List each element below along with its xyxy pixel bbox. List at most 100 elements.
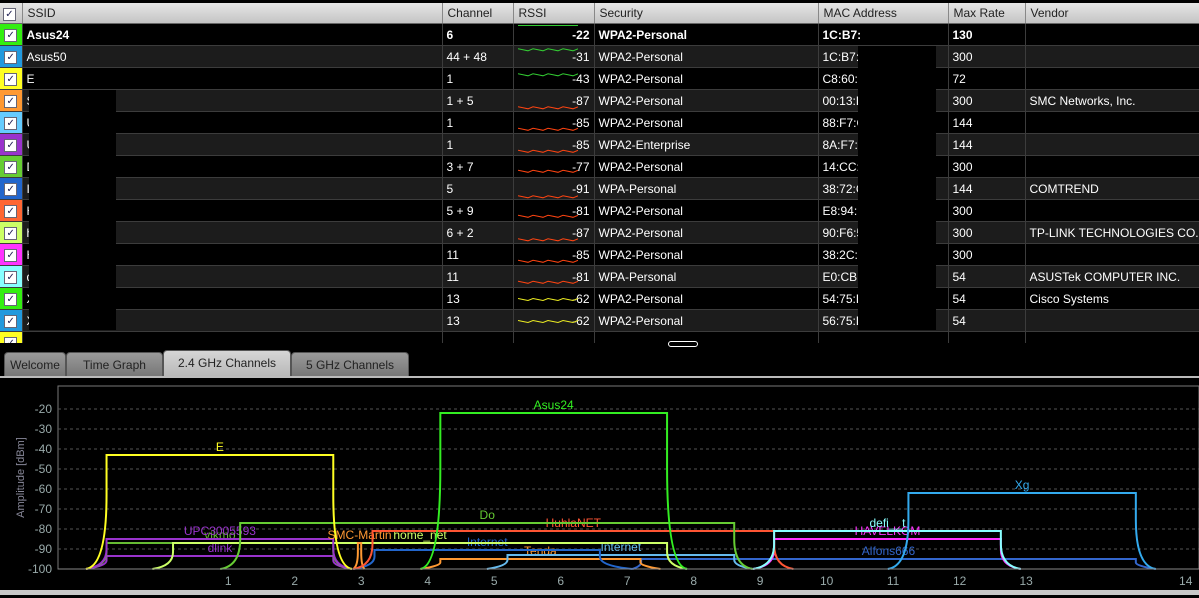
table-row[interactable]: ✓	[0, 331, 1199, 343]
column-ssid[interactable]: SSID	[22, 3, 443, 24]
max-rate-cell: 54	[948, 309, 1026, 332]
security-cell: WPA2-Personal	[594, 199, 819, 222]
tab-2-4-ghz-channels[interactable]: 2.4 GHz Channels	[163, 350, 291, 376]
vendor-cell	[1025, 111, 1199, 134]
channel-cell: 1	[442, 111, 514, 134]
x-tick-label: 7	[624, 574, 631, 588]
security-cell: WPA2-Personal	[594, 287, 819, 310]
channel-cell	[442, 331, 514, 343]
table-row[interactable]: ✓ ho 6 + 2 -87 WPA2-Personal 90:F6:5 300…	[0, 221, 1199, 244]
vendor-cell	[1025, 23, 1199, 46]
vendor-cell	[1025, 67, 1199, 90]
rssi-sparkline	[517, 238, 578, 242]
row-checkbox[interactable]: ✓	[0, 331, 23, 343]
network-label: Xg	[1015, 478, 1030, 492]
tab-time-graph[interactable]: Time Graph	[66, 352, 163, 376]
row-checkbox[interactable]: ✓	[0, 265, 23, 288]
rssi-cell: -81	[513, 199, 595, 222]
y-tick-label: -50	[35, 462, 53, 476]
status-strip	[0, 590, 1199, 595]
table-row[interactable]: ✓ U 1 -85 WPA2-Enterprise 8A:F7:C 144	[0, 133, 1199, 156]
security-cell: WPA-Personal	[594, 177, 819, 200]
network-label: defi__t	[869, 516, 906, 530]
rssi-cell: -77	[513, 155, 595, 178]
row-checkbox[interactable]: ✓	[0, 221, 23, 244]
vendor-cell: Cisco Systems	[1025, 287, 1199, 310]
x-tick-label: 10	[820, 574, 834, 588]
tab-5-ghz-channels[interactable]: 5 GHz Channels	[291, 352, 409, 376]
max-rate-cell	[948, 331, 1026, 343]
channel-cell: 5 + 9	[442, 199, 514, 222]
max-rate-cell: 130	[948, 23, 1026, 46]
column-vendor[interactable]: Vendor	[1025, 3, 1199, 24]
rssi-sparkline	[517, 106, 578, 110]
y-tick-label: -20	[35, 402, 53, 416]
rssi-trend-line	[517, 149, 578, 153]
table-row[interactable]: ✓ D 3 + 7 -77 WPA2-Personal 14:CC:2 300	[0, 155, 1199, 178]
table-row[interactable]: ✓ de 11 -81 WPA-Personal E0:CB:4 54 ASUS…	[0, 265, 1199, 288]
table-row[interactable]: ✓ Xt 13 -62 WPA2-Personal 54:75:D 54 Cis…	[0, 287, 1199, 310]
row-checkbox[interactable]: ✓	[0, 199, 23, 222]
max-rate-cell: 144	[948, 177, 1026, 200]
x-tick-label: 11	[887, 574, 900, 588]
security-cell: WPA2-Enterprise	[594, 133, 819, 156]
vendor-cell: SMC Networks, Inc.	[1025, 89, 1199, 112]
channel-cell: 13	[442, 309, 514, 332]
x-tick-label: 12	[953, 574, 967, 588]
table-row[interactable]: ✓ Xy 13 -62 WPA2-Personal 56:75:D 54	[0, 309, 1199, 332]
rssi-trend-line	[517, 48, 578, 52]
channel-cell: 1 + 5	[442, 89, 514, 112]
column-mac-address[interactable]: MAC Address	[818, 3, 949, 24]
rssi-sparkline	[517, 149, 578, 153]
vendor-cell	[1025, 45, 1199, 68]
row-checkbox[interactable]: ✓	[0, 45, 23, 68]
table-row[interactable]: ✓ Asus24 6 -22 WPA2-Personal 1C:B7: 130	[0, 23, 1199, 46]
column-max-rate[interactable]: Max Rate	[948, 3, 1026, 24]
row-checkbox[interactable]: ✓	[0, 155, 23, 178]
rssi-trend-line	[517, 238, 578, 242]
rssi-sparkline	[517, 297, 578, 302]
table-row[interactable]: ✓ In 5 -91 WPA-Personal 38:72:C 144 COMT…	[0, 177, 1199, 200]
column-security[interactable]: Security	[594, 3, 819, 24]
max-rate-cell: 300	[948, 89, 1026, 112]
tab-bar: Welcome Time Graph 2.4 GHz Channels 5 GHz C…	[0, 350, 1199, 378]
x-tick-label: 6	[557, 574, 564, 588]
row-checkbox[interactable]: ✓	[0, 309, 23, 332]
row-checkbox[interactable]: ✓	[0, 287, 23, 310]
rssi-trend-line	[517, 319, 578, 324]
security-cell: WPA2-Personal	[594, 67, 819, 90]
table-row[interactable]: ✓ H 5 + 9 -81 WPA2-Personal E8:94:F 300	[0, 199, 1199, 222]
table-row[interactable]: ✓ S 1 + 5 -87 WPA2-Personal 00:13:F 300 …	[0, 89, 1199, 112]
channel-chart: -20 -30 -40 -50 -60 -70 -80 -90 -100 Amplitude [d…	[15, 385, 1199, 588]
tab-welcome[interactable]: Welcome	[4, 352, 66, 376]
row-checkbox[interactable]: ✓	[0, 243, 23, 266]
y-tick-label: -30	[35, 422, 53, 436]
table-row[interactable]: ✓ Asus50 44 + 48 -31 WPA2-Personal 1C:B7…	[0, 45, 1199, 68]
row-checkbox[interactable]: ✓	[0, 89, 23, 112]
table-row[interactable]: ✓ E 1 -43 WPA2-Personal C8:60:0 72	[0, 67, 1199, 90]
column-channel[interactable]: Channel	[442, 3, 514, 24]
row-checkbox[interactable]: ✓	[0, 111, 23, 134]
channel-cell: 3 + 7	[442, 155, 514, 178]
max-rate-cell: 300	[948, 155, 1026, 178]
rssi-sparkline	[517, 259, 578, 263]
y-tick-label: -60	[35, 482, 53, 496]
row-checkbox[interactable]: ✓	[0, 67, 23, 90]
mac-cell: 1C:B7:	[818, 23, 949, 46]
vendor-cell	[1025, 309, 1199, 332]
vendor-cell: TP-LINK TECHNOLOGIES CO., LTD	[1025, 221, 1199, 244]
select-all-checkbox[interactable]: ✓	[0, 3, 23, 24]
table-row[interactable]: ✓ U 1 -85 WPA2-Personal 88:F7:C 144	[0, 111, 1199, 134]
network-label: Alfons666	[862, 544, 916, 558]
splitter-handle[interactable]	[668, 341, 698, 347]
security-cell: WPA2-Personal	[594, 23, 819, 46]
rssi-sparkline	[517, 73, 578, 77]
row-checkbox[interactable]: ✓	[0, 177, 23, 200]
row-checkbox[interactable]: ✓	[0, 133, 23, 156]
channel-cell: 1	[442, 133, 514, 156]
network-label: Asus24	[534, 398, 574, 412]
table-row[interactable]: ✓ H 11 -85 WPA2-Personal 38:2C:4 300	[0, 243, 1199, 266]
rssi-cell: -85	[513, 111, 595, 134]
row-checkbox[interactable]: ✓	[0, 23, 23, 46]
column-rssi[interactable]: RSSI	[513, 3, 595, 24]
